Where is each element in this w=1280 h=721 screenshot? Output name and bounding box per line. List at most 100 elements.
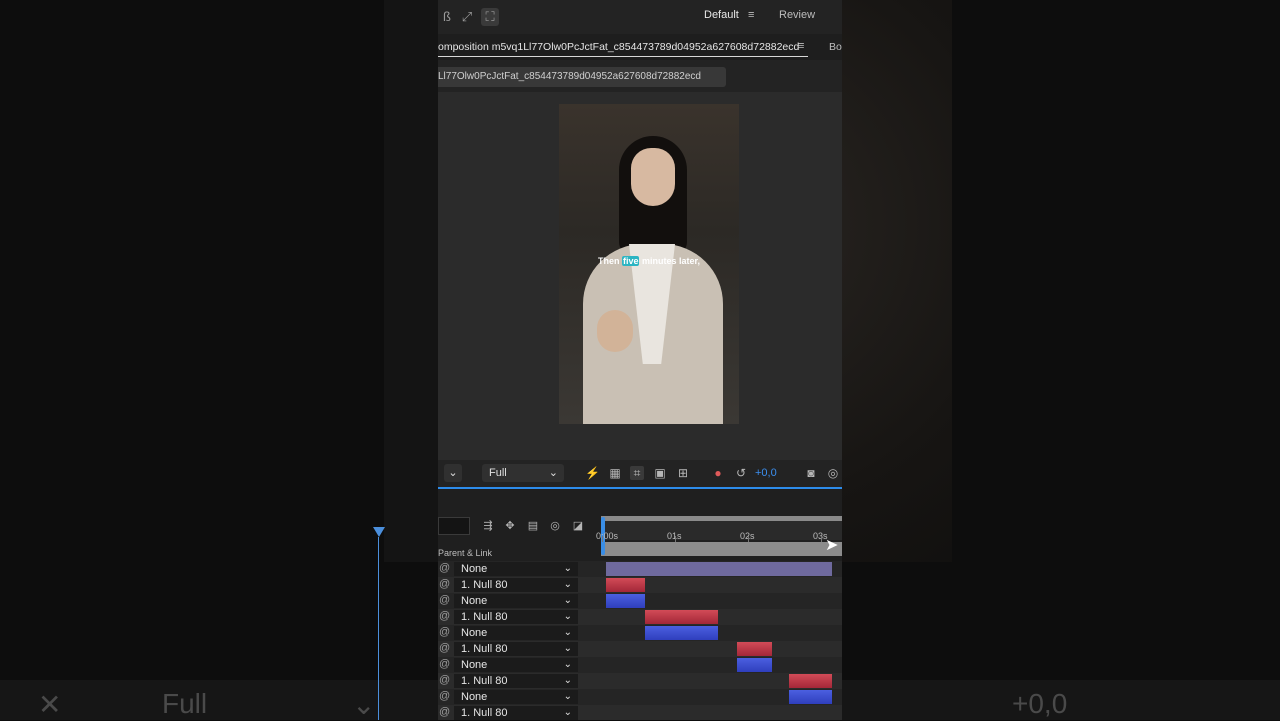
- parent-value: 1. Null 80: [461, 675, 508, 687]
- draft-3d-icon[interactable]: ✥: [503, 519, 517, 533]
- layer-duration-bar-blue[interactable]: [606, 594, 645, 608]
- exposure-value[interactable]: +0,0: [755, 467, 777, 479]
- pick-whip-icon[interactable]: @: [439, 578, 451, 590]
- composition-tab[interactable]: omposition m5vq1Ll77Olw0PcJctFat_c854473…: [438, 41, 799, 53]
- breadcrumb[interactable]: Ll77Olw0PcJctFat_c854473789d04952a627608…: [438, 67, 726, 87]
- parent-dropdown[interactable]: None ⌄: [454, 658, 578, 672]
- layer-row[interactable]: @1. Null 80 ⌄: [438, 577, 842, 593]
- composition-viewer[interactable]: Then five minutes later,: [438, 92, 842, 460]
- frame-blending-icon[interactable]: ▤: [526, 519, 540, 533]
- parent-value: 1. Null 80: [461, 643, 508, 655]
- magnification-dropdown[interactable]: ⌄: [444, 464, 462, 482]
- parent-dropdown[interactable]: 1. Null 80 ⌄: [454, 642, 578, 656]
- pick-whip-icon[interactable]: @: [439, 706, 451, 718]
- current-time-indicator-line[interactable]: [378, 537, 379, 720]
- caption-highlight: five: [621, 256, 640, 266]
- mouse-cursor-icon: ➤: [825, 537, 839, 554]
- parent-dropdown[interactable]: None ⌄: [454, 626, 578, 640]
- viewer-control-bar: ⌄ Full ⌄ ⚡ ▦ ⌗ ▣ ⊞ ● ↺ +0,0 ◙ ◎: [438, 460, 842, 486]
- ruler-tick-mark: [602, 536, 603, 542]
- subject-hand: [597, 310, 633, 352]
- expand-arrow-icon[interactable]: ⤢: [458, 8, 476, 26]
- pick-whip-icon[interactable]: @: [439, 674, 451, 686]
- active-tab-underline: [438, 56, 808, 57]
- workspace-default[interactable]: Default: [704, 9, 739, 21]
- show-snapshot-icon[interactable]: ◎: [826, 466, 840, 480]
- mask-path-icon[interactable]: ⌗: [630, 466, 644, 480]
- chevron-down-icon: ⌄: [563, 707, 572, 718]
- layer-duration-bar-red[interactable]: [737, 642, 772, 656]
- ruler-tick-mark: [675, 536, 676, 542]
- parent-dropdown[interactable]: None ⌄: [454, 690, 578, 704]
- parent-dropdown[interactable]: 1. Null 80 ⌄: [454, 578, 578, 592]
- parent-dropdown[interactable]: 1. Null 80 ⌄: [454, 674, 578, 688]
- subject-face: [631, 148, 675, 206]
- current-time-indicator-head[interactable]: [373, 527, 385, 537]
- shy-layers-icon[interactable]: ⇶: [481, 519, 495, 533]
- ruler-tick-label: 0:00s: [596, 531, 619, 541]
- transparency-grid-icon[interactable]: ▦: [608, 466, 622, 480]
- layer-duration-bar-blue[interactable]: [788, 690, 833, 704]
- snap-tool-icon[interactable]: ⛶: [481, 8, 499, 26]
- resolution-dropdown[interactable]: Full ⌄: [482, 464, 564, 482]
- work-area-bar[interactable]: [601, 542, 842, 556]
- chevron-down-icon: ⌄: [563, 691, 572, 702]
- layer-row[interactable]: @1. Null 80 ⌄: [438, 673, 842, 689]
- timeline-panel: ⇶ ✥ ▤ ◎ ◪ 0:00s01s02s03s Parent & Link @…: [438, 489, 842, 720]
- chevron-down-icon: ⌄: [563, 627, 572, 638]
- layer-duration-bar-red[interactable]: [644, 610, 718, 624]
- layer-duration-bar-purple[interactable]: [606, 562, 833, 576]
- pick-whip-icon[interactable]: @: [439, 642, 451, 654]
- layer-row[interactable]: @1. Null 80 ⌄: [438, 641, 842, 657]
- parent-dropdown[interactable]: 1. Null 80 ⌄: [454, 706, 578, 720]
- chevron-down-icon: ⌄: [563, 611, 572, 622]
- layer-search-input[interactable]: [438, 517, 470, 535]
- reset-exposure-icon[interactable]: ↺: [734, 466, 748, 480]
- pick-whip-icon[interactable]: @: [439, 562, 451, 574]
- layer-row[interactable]: @ None ⌄: [438, 561, 842, 577]
- layer-duration-bar-blue[interactable]: [644, 626, 718, 640]
- fast-preview-icon[interactable]: ⚡: [585, 466, 600, 480]
- guides-icon[interactable]: ⊞: [676, 466, 690, 480]
- parent-dropdown[interactable]: None ⌄: [454, 562, 578, 576]
- layer-duration-bar-red[interactable]: [788, 674, 833, 688]
- blurred-chevron-icon: ⌄: [352, 689, 376, 720]
- next-tab[interactable]: Bo: [829, 41, 842, 53]
- parent-value: 1. Null 80: [461, 579, 508, 591]
- parent-dropdown[interactable]: 1. Null 80 ⌄: [454, 610, 578, 624]
- pick-whip-icon[interactable]: @: [439, 658, 451, 670]
- ruler-tick-mark: [821, 536, 822, 542]
- parent-value: None: [461, 659, 488, 671]
- pick-whip-icon[interactable]: @: [439, 626, 451, 638]
- tool-fragment-icon[interactable]: ß: [438, 8, 456, 26]
- tab-menu-icon[interactable]: ≡: [798, 40, 804, 52]
- layer-row[interactable]: @ None ⌄: [438, 625, 842, 641]
- chevron-down-icon: ⌄: [563, 579, 572, 590]
- hamburger-icon[interactable]: ≡: [748, 9, 754, 21]
- pick-whip-icon[interactable]: @: [439, 610, 451, 622]
- layer-duration-bar-red[interactable]: [606, 578, 645, 592]
- time-navigator[interactable]: [601, 516, 842, 521]
- layer-duration-bar-blue[interactable]: [737, 658, 772, 672]
- graph-editor-icon[interactable]: ◪: [571, 519, 585, 533]
- workspace-review[interactable]: Review: [779, 9, 815, 21]
- parent-dropdown[interactable]: None ⌄: [454, 594, 578, 608]
- region-of-interest-icon[interactable]: ▣: [653, 466, 667, 480]
- chevron-down-icon: ⌄: [563, 563, 572, 574]
- chevron-down-icon: ⌄: [563, 643, 572, 654]
- channel-icon[interactable]: ●: [711, 466, 725, 480]
- parent-value: None: [461, 563, 488, 575]
- parent-value: None: [461, 595, 488, 607]
- layer-row[interactable]: @ None ⌄: [438, 689, 842, 705]
- blurred-check-icon: ✕: [38, 689, 62, 720]
- ruler-tick-mark: [748, 536, 749, 542]
- layer-row[interactable]: @1. Null 80 ⌄: [438, 705, 842, 720]
- motion-blur-icon[interactable]: ◎: [548, 519, 562, 533]
- layer-row[interactable]: @ None ⌄: [438, 593, 842, 609]
- pick-whip-icon[interactable]: @: [439, 690, 451, 702]
- layer-row[interactable]: @ None ⌄: [438, 657, 842, 673]
- camera-icon[interactable]: ◙: [804, 466, 818, 480]
- composition-tab-row: omposition m5vq1Ll77Olw0PcJctFat_c854473…: [438, 34, 842, 60]
- layer-row[interactable]: @1. Null 80 ⌄: [438, 609, 842, 625]
- pick-whip-icon[interactable]: @: [439, 594, 451, 606]
